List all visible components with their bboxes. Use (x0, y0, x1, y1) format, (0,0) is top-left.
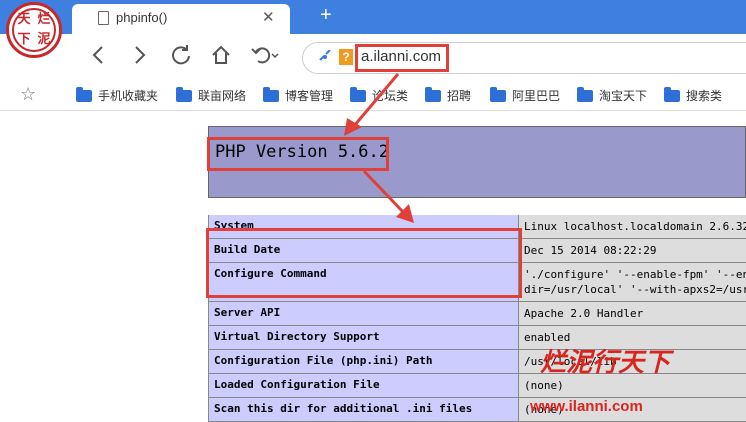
folder-icon (490, 86, 506, 102)
logo-seal: 天 烂 下 泥 (12, 8, 56, 52)
row-value: Linux localhost.localdomain 2.6.32-4 (519, 215, 746, 238)
bookmark-label: 阿里巴巴 (512, 89, 561, 103)
logo-char: 泥 (37, 32, 51, 47)
logo-char: 天 (17, 12, 31, 27)
folder-icon (176, 86, 192, 102)
row-value: Dec 15 2014 08:22:29 (519, 239, 746, 262)
connection-icon[interactable] (318, 49, 332, 68)
reload-icon[interactable] (170, 44, 192, 72)
bookmark-folder[interactable]: 淘宝天下 (577, 86, 648, 104)
folder-icon (263, 86, 279, 102)
new-tab-button[interactable]: + (320, 4, 332, 27)
bookmark-label: 联亩网络 (198, 89, 247, 103)
tab-title: phpinfo() (116, 10, 168, 25)
bookmark-folder[interactable]: 联亩网络 (176, 86, 247, 104)
bookmark-folder[interactable]: 手机收藏夹 (76, 86, 159, 104)
folder-icon (76, 86, 92, 102)
bookmark-label: 论坛类 (372, 89, 409, 103)
document-icon (98, 11, 109, 25)
browser-logo[interactable]: 天 烂 下 泥 (6, 2, 62, 58)
row-value: Apache 2.0 Handler (519, 302, 746, 325)
table-highlight-box (206, 228, 522, 298)
star-icon[interactable]: ☆ (20, 84, 36, 105)
bookmark-folder[interactable]: 博客管理 (263, 86, 334, 104)
warning-icon[interactable]: ? (339, 49, 353, 65)
tab-phpinfo[interactable]: phpinfo() ✕ (72, 4, 290, 34)
row-key: Scan this dir for additional .ini files (208, 398, 519, 421)
close-icon[interactable]: ✕ (262, 8, 275, 26)
back-icon[interactable] (90, 44, 106, 72)
watermark-url: www.ilanni.com (530, 398, 643, 415)
watermark-calligraphy: 烂泥行天下 (540, 348, 671, 378)
logo-char: 下 (17, 32, 31, 47)
title-highlight-box (207, 137, 389, 171)
folder-icon (664, 86, 680, 102)
bookmark-folder[interactable]: 搜索类 (664, 86, 723, 104)
folder-icon (577, 86, 593, 102)
folder-icon (425, 86, 441, 102)
forward-icon[interactable] (132, 44, 148, 72)
row-value: './configure' '--enable-fpm' '--enab dir… (519, 263, 746, 301)
bookmark-folder[interactable]: 招聘 (425, 86, 472, 104)
folder-icon (350, 86, 366, 102)
table-row: Server API Apache 2.0 Handler (208, 302, 746, 326)
row-key: Loaded Configuration File (208, 374, 519, 397)
bookmark-label: 手机收藏夹 (98, 89, 159, 103)
home-icon[interactable] (210, 44, 232, 72)
url-highlight-box (355, 44, 449, 72)
bookmark-label: 招聘 (447, 89, 472, 103)
undo-icon[interactable] (250, 44, 282, 72)
bookmark-label: 博客管理 (285, 89, 334, 103)
table-row: Scan this dir for additional .ini files … (208, 398, 746, 422)
row-key: Virtual Directory Support (208, 326, 519, 349)
bookmark-folder[interactable]: 论坛类 (350, 86, 409, 104)
bookmark-label: 淘宝天下 (599, 89, 648, 103)
logo-char: 烂 (37, 12, 51, 27)
bookmark-folder[interactable]: 阿里巴巴 (490, 86, 561, 104)
row-key: Configuration File (php.ini) Path (208, 350, 519, 373)
row-key: Server API (208, 302, 519, 325)
bookmark-label: 搜索类 (686, 89, 723, 103)
